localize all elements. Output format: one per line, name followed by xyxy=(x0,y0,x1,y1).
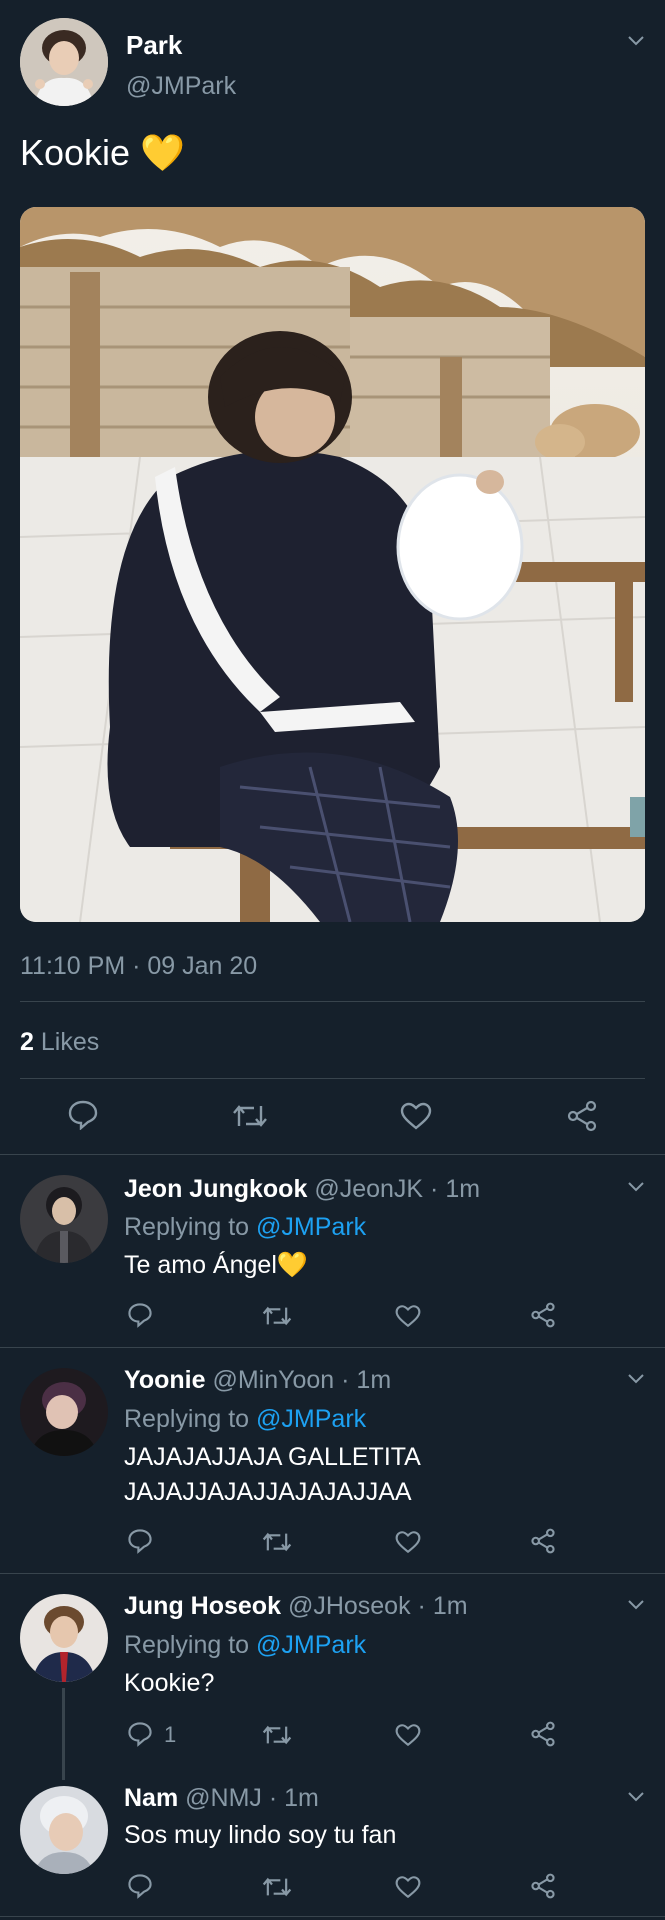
replying-to-prefix: Replying to xyxy=(124,1631,250,1659)
reply-time: · 1m xyxy=(417,1592,468,1620)
author-handle[interactable]: @JMPark xyxy=(126,72,236,101)
reply-icon[interactable] xyxy=(127,1528,153,1554)
reply-count: 1 xyxy=(164,1722,177,1747)
likes-label: Likes xyxy=(40,1028,100,1056)
reply-author-name[interactable]: Jung Hoseok xyxy=(124,1592,281,1620)
reply-author-name[interactable]: Nam xyxy=(124,1784,178,1812)
reply-time: · 1m xyxy=(430,1175,481,1203)
likes-summary[interactable]: 2 Likes xyxy=(20,1028,99,1057)
retweet-icon[interactable] xyxy=(262,1875,292,1899)
share-icon[interactable] xyxy=(530,1528,556,1554)
avatar[interactable] xyxy=(20,1786,108,1874)
reply-text: Te amo Ángel💛 xyxy=(124,1251,308,1279)
chevron-down-icon[interactable] xyxy=(628,1182,644,1192)
reply-author-handle[interactable]: @MinYoon xyxy=(212,1366,334,1394)
tweet-timestamp: 11:10 PM · 09 Jan 20 xyxy=(20,952,258,980)
reply-text: Sos muy lindo soy tu fan xyxy=(124,1821,397,1849)
chevron-down-icon[interactable] xyxy=(628,36,644,46)
tweet-photo[interactable] xyxy=(20,207,645,922)
like-icon[interactable] xyxy=(395,1723,421,1747)
like-icon[interactable] xyxy=(400,1102,432,1130)
retweet-icon[interactable] xyxy=(262,1304,292,1328)
likes-count: 2 xyxy=(20,1028,34,1056)
like-icon[interactable] xyxy=(395,1304,421,1328)
replying-to-link[interactable]: @JMPark xyxy=(256,1631,366,1659)
share-icon[interactable] xyxy=(566,1100,598,1132)
reply-author-handle[interactable]: @JHoseok xyxy=(288,1592,411,1620)
author-name[interactable]: Park xyxy=(126,30,182,61)
like-icon[interactable] xyxy=(395,1875,421,1899)
reply-icon[interactable] xyxy=(67,1100,99,1130)
reply-author-name[interactable]: Jeon Jungkook xyxy=(124,1175,307,1203)
tweet-text: Kookie 💛 xyxy=(20,132,185,173)
replying-to: Replying to @JMPark xyxy=(124,1213,366,1242)
avatar[interactable] xyxy=(20,1594,108,1682)
reply-header: Jung Hoseok @JHoseok · 1m xyxy=(124,1592,468,1621)
divider xyxy=(0,1154,665,1155)
reply-author-name[interactable]: Yoonie xyxy=(124,1366,205,1394)
divider xyxy=(0,1916,665,1917)
reply-text: Kookie? xyxy=(124,1669,215,1697)
retweet-icon[interactable] xyxy=(262,1530,292,1554)
reply-header: Yoonie @MinYoon · 1m xyxy=(124,1366,391,1395)
chevron-down-icon[interactable] xyxy=(628,1600,644,1610)
divider xyxy=(20,1001,645,1002)
replying-to: Replying to @JMPark xyxy=(124,1405,366,1434)
reply-text-line-2: JAJAJJAJAJJAJAJAJJAA xyxy=(124,1478,412,1506)
reply-icon[interactable] xyxy=(127,1873,153,1899)
chevron-down-icon[interactable] xyxy=(628,1374,644,1384)
avatar[interactable] xyxy=(20,1368,108,1456)
retweet-icon[interactable] xyxy=(232,1102,268,1130)
like-icon[interactable] xyxy=(395,1530,421,1554)
divider xyxy=(0,1347,665,1348)
share-icon[interactable] xyxy=(530,1873,556,1899)
reply-header: Nam @NMJ · 1m xyxy=(124,1784,319,1813)
replying-to-prefix: Replying to xyxy=(124,1213,250,1241)
reply-icon[interactable] xyxy=(127,1721,153,1747)
replying-to-link[interactable]: @JMPark xyxy=(256,1405,366,1433)
reply-author-handle[interactable]: @JeonJK xyxy=(314,1175,423,1203)
chevron-down-icon[interactable] xyxy=(628,1792,644,1802)
replying-to-prefix: Replying to xyxy=(124,1405,250,1433)
reply-time: · 1m xyxy=(341,1366,392,1394)
divider xyxy=(0,1573,665,1574)
avatar[interactable] xyxy=(20,1175,108,1263)
retweet-icon[interactable] xyxy=(262,1723,292,1747)
divider xyxy=(20,1078,645,1079)
thread-connector xyxy=(62,1688,65,1780)
reply-text-line-1: JAJAJAJJAJA GALLETITA xyxy=(124,1443,421,1471)
reply-icon[interactable] xyxy=(127,1302,153,1328)
reply-header: Jeon Jungkook @JeonJK · 1m xyxy=(124,1175,480,1204)
share-icon[interactable] xyxy=(530,1302,556,1328)
avatar[interactable] xyxy=(20,18,108,106)
share-icon[interactable] xyxy=(530,1721,556,1747)
reply-author-handle[interactable]: @NMJ xyxy=(185,1784,262,1812)
replying-to: Replying to @JMPark xyxy=(124,1631,366,1660)
reply-time: · 1m xyxy=(268,1784,319,1812)
replying-to-link[interactable]: @JMPark xyxy=(256,1213,366,1241)
